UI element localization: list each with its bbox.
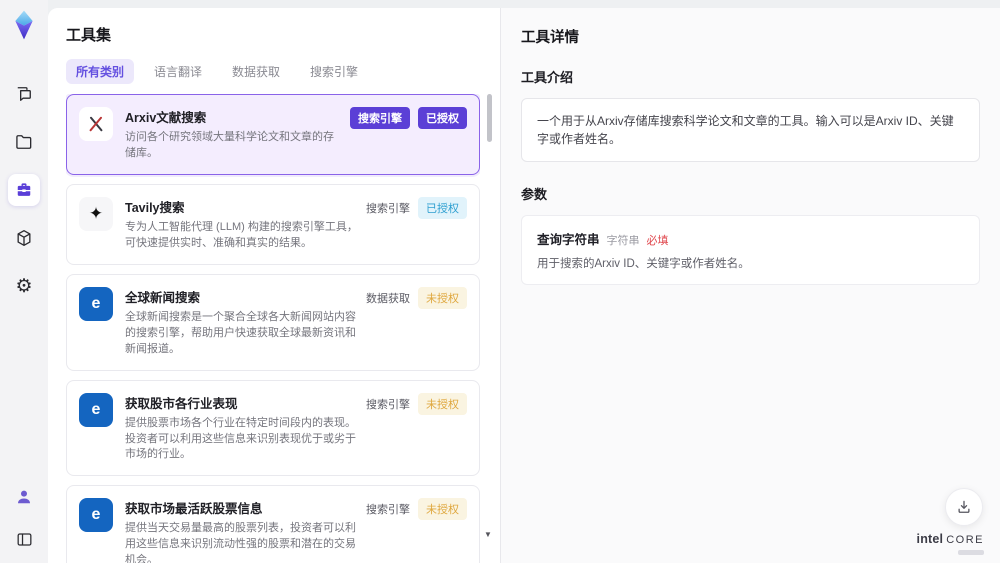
tool-card[interactable]: Arxiv文献搜索 访问各个研究领域大量科学论文和文章的存储库。 搜索引擎 已授… — [66, 94, 480, 175]
details-title: 工具详情 — [521, 30, 579, 46]
finance-news-icon: e — [79, 498, 113, 533]
sidebar: ⚙ — [0, 0, 48, 563]
category-tabs: 所有类别 语言翻译 数据获取 搜索引擎 — [66, 59, 500, 84]
category-tab-1[interactable]: 语言翻译 — [144, 59, 212, 84]
cube-icon[interactable] — [8, 222, 40, 254]
sparkle-icon: ✦ — [79, 196, 113, 231]
scroll-down-arrow-icon[interactable]: ▼ — [484, 530, 492, 539]
category-badge: 搜索引擎 — [366, 398, 410, 411]
param-type: 字符串 — [606, 235, 640, 247]
tab-label: 搜索引擎 — [310, 65, 359, 79]
tool-name: 获取股市各行业表现 — [125, 396, 238, 411]
download-button[interactable] — [945, 488, 983, 526]
tool-icon-slot: e — [79, 286, 113, 321]
finance-news-icon: e — [79, 392, 113, 427]
intel-logo-subline — [958, 550, 984, 555]
chat-icon[interactable] — [8, 78, 40, 110]
tool-icon-slot — [79, 107, 113, 141]
tool-details-pane: 工具详情 工具介绍 一个用于从Arxiv存储库搜索科学论文和文章的工具。输入可以… — [500, 8, 1000, 563]
category-badge: 数据获取 — [366, 292, 410, 305]
tool-name: Tavily搜索 — [125, 200, 185, 215]
app-logo-icon — [10, 10, 38, 40]
tool-card[interactable]: ✦ Tavily搜索 专为人工智能代理 (LLM) 构建的搜索引擎工具，可快速提… — [66, 183, 480, 265]
tab-label: 数据获取 — [232, 65, 281, 79]
tool-description: 专为人工智能代理 (LLM) 构建的搜索引擎工具，可快速提供实时、准确和真实的结… — [125, 220, 358, 249]
parameter-card: 查询字符串 字符串 必填 用于搜索的Arxiv ID、关键字或作者姓名。 — [521, 215, 980, 285]
tool-card[interactable]: e 获取市场最活跃股票信息 提供当天交易量最高的股票列表，投资者可以利用这些信息… — [66, 485, 480, 563]
auth-status-badge: 已授权 — [418, 107, 467, 129]
intel-core-logo: intel CORE — [917, 530, 984, 555]
category-tab-3[interactable]: 搜索引擎 — [300, 59, 368, 84]
sidebar-bottom — [8, 481, 40, 555]
tab-label: 所有类别 — [76, 65, 125, 79]
scrollbar[interactable]: ▼ — [484, 94, 492, 557]
param-required-badge: 必填 — [646, 235, 669, 247]
tool-description: 提供股票市场各个行业在特定时间段内的表现。投资者可以利用这些信息来识别表现优于或… — [125, 416, 356, 461]
tool-card[interactable]: e 获取股市各行业表现 提供股票市场各个行业在特定时间段内的表现。投资者可以利用… — [66, 379, 480, 477]
category-tab-2[interactable]: 数据获取 — [222, 59, 290, 84]
tool-description: 全球新闻搜索是一个聚合全球各大新闻网站内容的搜索引擎，帮助用户快速获取全球最新资… — [125, 310, 356, 355]
panel-toggle-icon[interactable] — [8, 523, 40, 555]
user-avatar-icon[interactable] — [8, 481, 40, 513]
tool-cards-list: Arxiv文献搜索 访问各个研究领域大量科学论文和文章的存储库。 搜索引擎 已授… — [66, 94, 480, 563]
category-tab-0[interactable]: 所有类别 — [66, 59, 135, 84]
auth-status-badge: 未授权 — [418, 392, 467, 415]
scrollbar-thumb[interactable] — [487, 94, 492, 142]
tools-list-pane: 工具集 所有类别 语言翻译 数据获取 搜索引擎 Arxiv文献搜索 访问各个研究… — [48, 8, 500, 563]
tool-name: 全球新闻搜索 — [125, 290, 201, 305]
tab-label: 语言翻译 — [154, 65, 203, 79]
auth-status-badge: 未授权 — [418, 498, 467, 521]
toolbox-icon[interactable] — [8, 174, 40, 206]
category-badge: 搜索引擎 — [366, 504, 410, 517]
settings-gear-icon[interactable]: ⚙ — [8, 270, 40, 302]
page-title: 工具集 — [66, 27, 112, 44]
tool-icon-slot: ✦ — [79, 196, 113, 231]
finance-news-icon: e — [79, 286, 113, 321]
tool-card[interactable]: e 全球新闻搜索 全球新闻搜索是一个聚合全球各大新闻网站内容的搜索引擎，帮助用户… — [66, 273, 480, 371]
param-description: 用于搜索的Arxiv ID、关键字或作者姓名。 — [537, 258, 750, 270]
category-badge: 搜索引擎 — [366, 202, 410, 215]
tool-description: 访问各个研究领域大量科学论文和文章的存储库。 — [125, 131, 334, 159]
tool-description: 提供当天交易量最高的股票列表，投资者可以利用这些信息来识别流动性强的股票和潜在的… — [125, 522, 356, 563]
params-heading: 参数 — [521, 187, 548, 202]
category-badge: 搜索引擎 — [350, 107, 410, 129]
folder-icon[interactable] — [8, 126, 40, 158]
auth-status-badge: 未授权 — [418, 286, 467, 309]
param-name: 查询字符串 — [537, 233, 600, 247]
intro-heading: 工具介绍 — [521, 70, 574, 85]
sidebar-nav: ⚙ — [8, 78, 40, 302]
tool-icon-slot: e — [79, 392, 113, 427]
tool-icon-slot: e — [79, 498, 113, 533]
auth-status-badge: 已授权 — [418, 196, 467, 219]
app-window: ⚙ 工具集 所有类别 语言翻译 数据获取 搜索引擎 Arxiv文献搜索 访问各个… — [0, 0, 1000, 563]
tool-name: 获取市场最活跃股票信息 — [125, 502, 263, 517]
intro-text-box: 一个用于从Arxiv存储库搜索科学论文和文章的工具。输入可以是Arxiv ID、… — [521, 98, 980, 162]
main-content: 工具集 所有类别 语言翻译 数据获取 搜索引擎 Arxiv文献搜索 访问各个研究… — [48, 8, 1000, 563]
tool-name: Arxiv文献搜索 — [125, 111, 207, 125]
arxiv-icon — [79, 107, 113, 141]
